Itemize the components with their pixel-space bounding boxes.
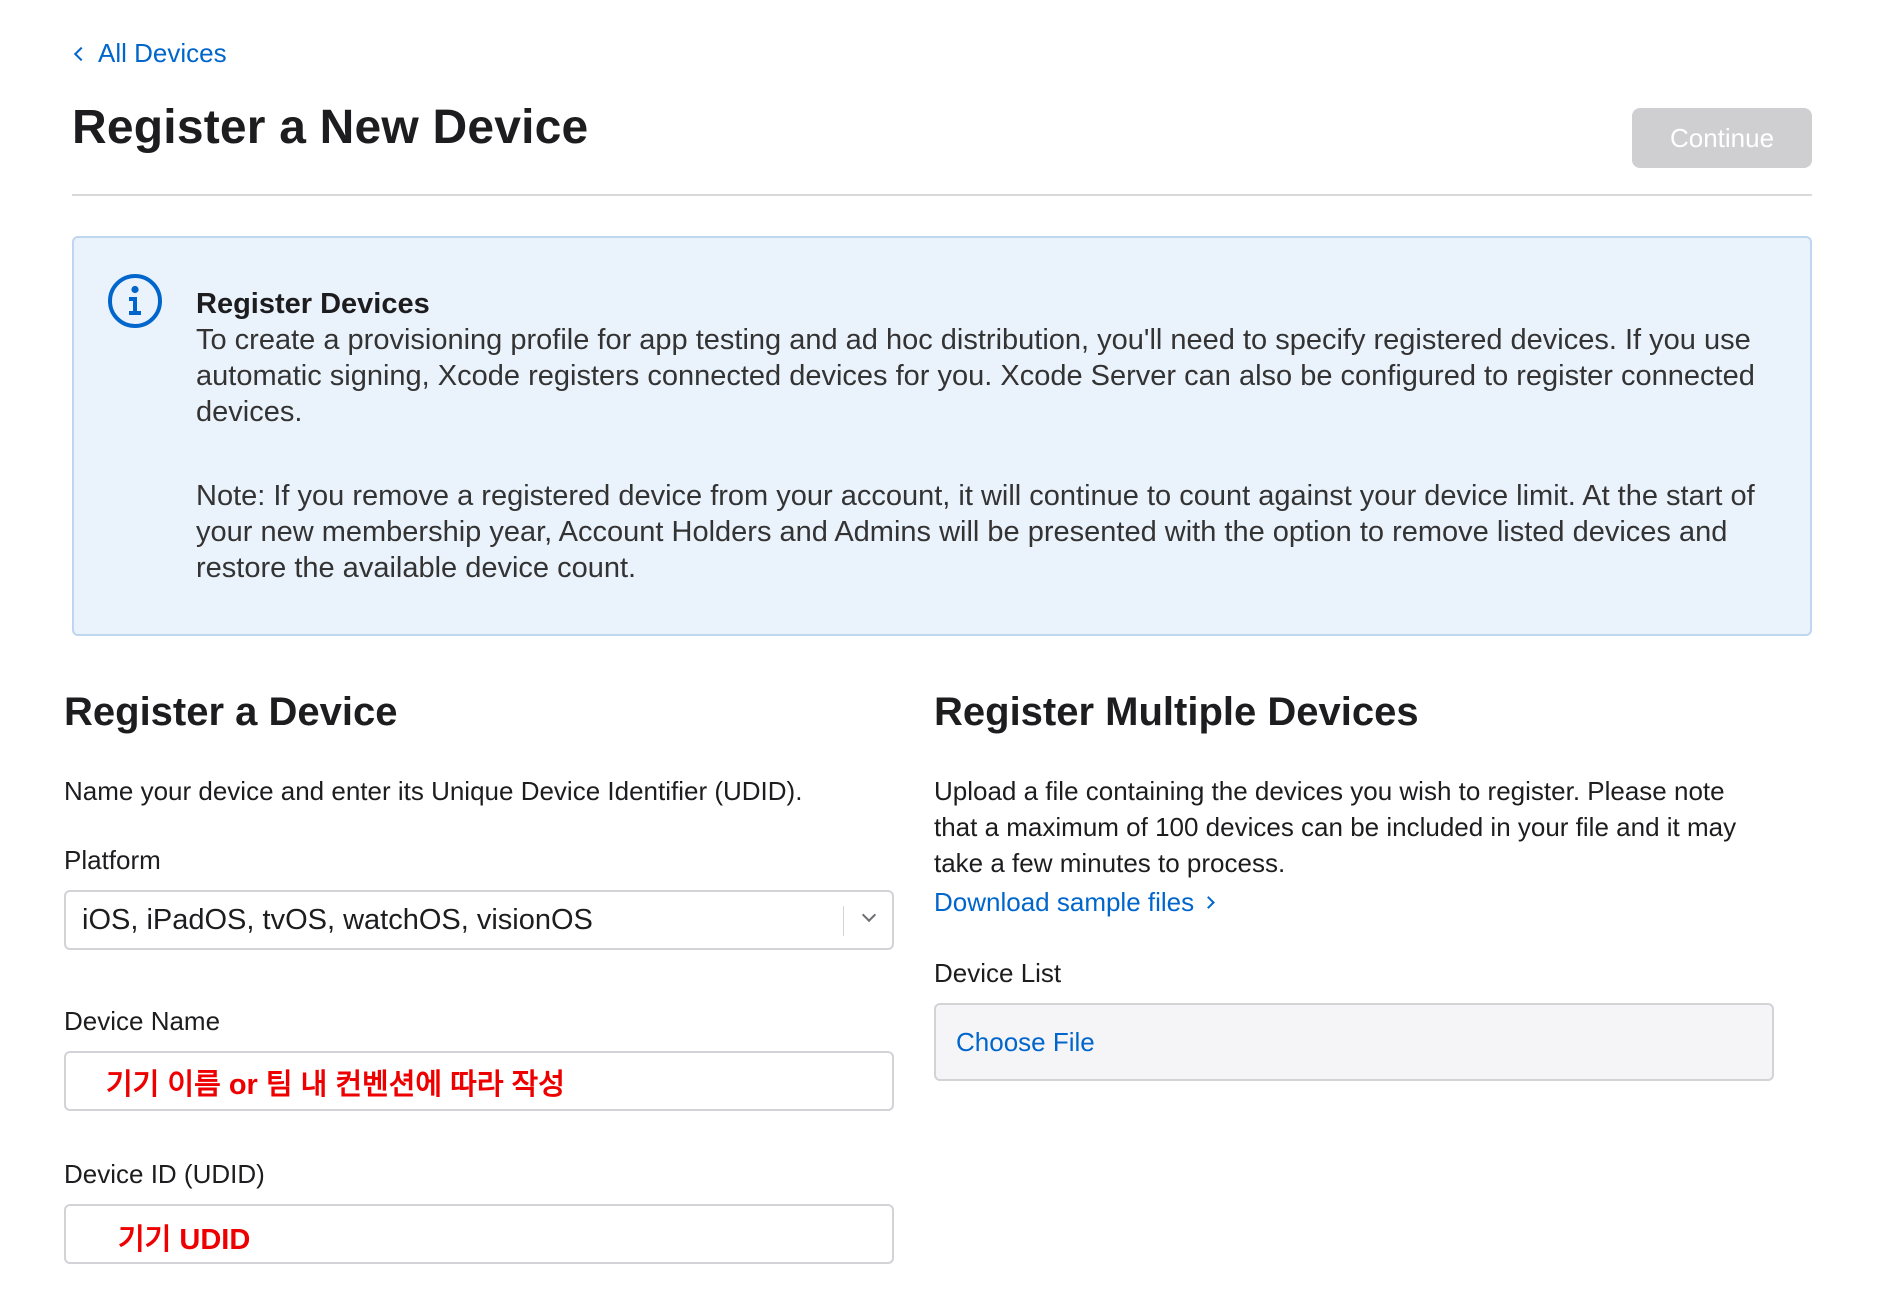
device-name-input[interactable]: 기기 이름 or 팀 내 컨벤션에 따라 작성 — [64, 1051, 894, 1111]
choose-file-button[interactable]: Choose File — [934, 1003, 1774, 1081]
device-id-label: Device ID (UDID) — [64, 1159, 265, 1189]
chevron-right-icon — [1202, 896, 1216, 909]
header-divider — [72, 194, 1812, 196]
device-name-annotation: 기기 이름 or 팀 내 컨벤션에 따라 작성 — [106, 1069, 565, 1101]
platform-label: Platform — [64, 845, 161, 875]
register-device-description: Name your device and enter its Unique De… — [64, 776, 803, 806]
info-paragraph-1: To create a provisioning profile for app… — [196, 324, 1755, 428]
choose-file-label: Choose File — [956, 1026, 1095, 1057]
info-paragraph-2: Note: If you remove a registered device … — [196, 480, 1755, 584]
back-link-label: All Devices — [98, 38, 227, 68]
continue-button[interactable]: Continue — [1632, 108, 1812, 168]
download-sample-files-link[interactable]: Download sample files — [934, 887, 1216, 918]
platform-select-value: iOS, iPadOS, tvOS, watchOS, visionOS — [82, 903, 593, 936]
register-multiple-section: Register Multiple Devices Upload a file … — [934, 690, 1774, 1081]
register-device-title: Register a Device — [64, 690, 398, 734]
info-text: Register Devices To create a provisionin… — [196, 286, 1776, 586]
download-sample-files-label: Download sample files — [934, 887, 1195, 917]
select-separator — [842, 906, 844, 936]
device-list-label: Device List — [934, 958, 1062, 988]
info-heading: Register Devices — [196, 288, 430, 320]
back-to-all-devices-link[interactable]: All Devices — [72, 38, 227, 69]
chevron-down-icon — [861, 907, 877, 923]
page-title: Register a New Device — [72, 101, 589, 154]
device-id-annotation: 기기 UDID — [118, 1224, 251, 1256]
info-banner: Register Devices To create a provisionin… — [72, 236, 1812, 636]
register-multiple-title: Register Multiple Devices — [934, 690, 1419, 734]
device-name-label: Device Name — [64, 1006, 221, 1036]
info-circle-icon — [108, 274, 162, 328]
platform-select[interactable]: iOS, iPadOS, tvOS, watchOS, visionOS — [64, 890, 894, 950]
chevron-left-icon — [73, 46, 89, 61]
register-single-section: Register a Device Name your device and e… — [64, 690, 894, 1264]
device-id-input[interactable]: 기기 UDID — [64, 1204, 894, 1264]
register-multiple-description: Upload a file containing the devices you… — [934, 776, 1737, 878]
